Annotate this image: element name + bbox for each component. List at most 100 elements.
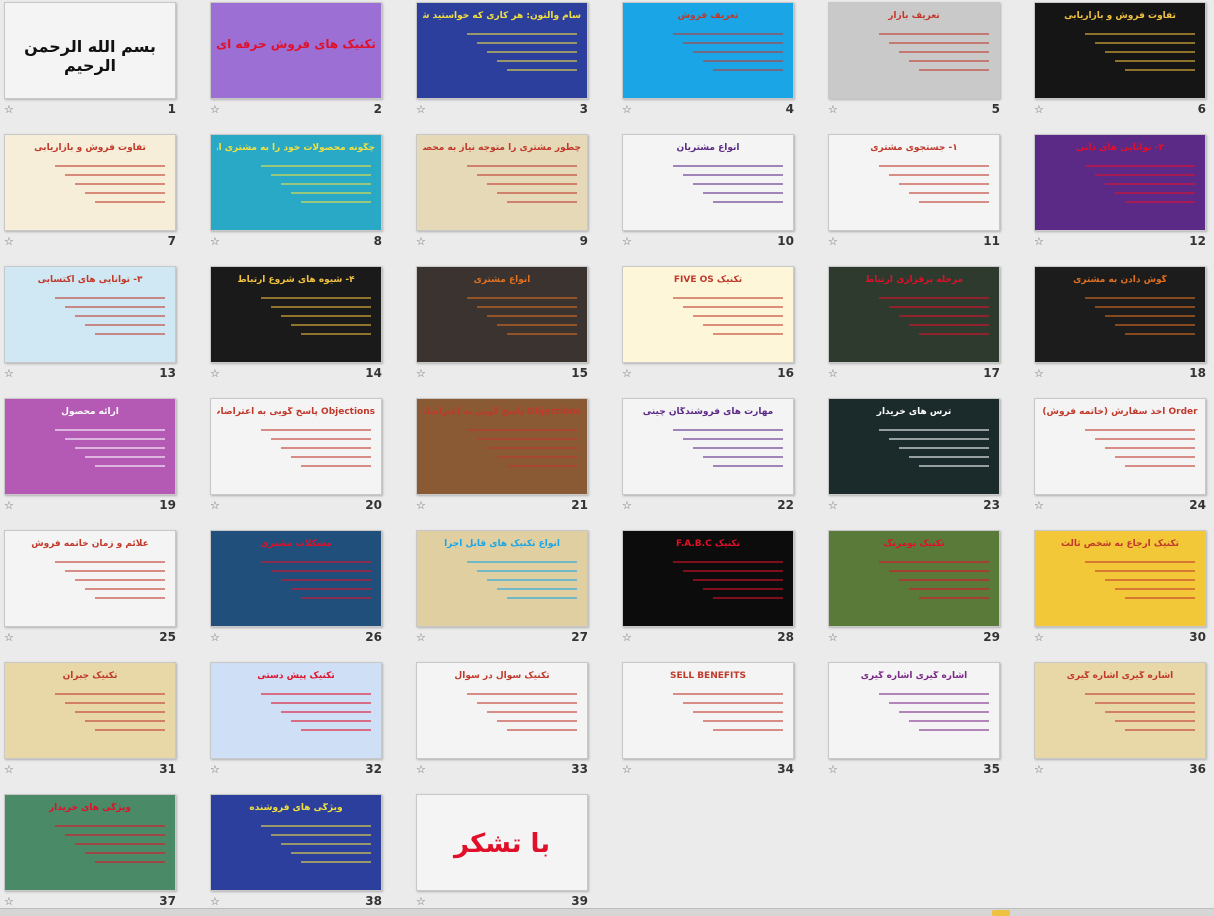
slide-thumbnail[interactable]: تکنیک بومرنگ [828, 530, 1000, 627]
slide-thumbnail[interactable]: تکنیک F.A.B.C [622, 530, 794, 627]
slide-transition-icon[interactable]: ☆ [210, 500, 222, 512]
slide-thumbnail[interactable]: SELL BENEFITS [622, 662, 794, 759]
slide-cell: Order اخذ سفارش (خاتمه فروش) ☆ 24 [1030, 396, 1214, 527]
slide-transition-icon[interactable]: ☆ [622, 764, 634, 776]
slide-thumbnail[interactable]: انواع مشتری [416, 266, 588, 363]
slide-thumbnail[interactable]: مشکلات مشتری [210, 530, 382, 627]
slide-cell: گوش دادن به مشتری ☆ 18 [1030, 264, 1214, 395]
slide-cell: ۲- توانایی های ذاتی ☆ 12 [1030, 132, 1214, 263]
slide-thumbnail[interactable]: Objections پاسخ گویی به اعتراضات [210, 398, 382, 495]
slide-transition-icon[interactable]: ☆ [828, 500, 840, 512]
slide-thumbnail[interactable]: تکنیک سوال در سوال [416, 662, 588, 759]
slide-thumbnail[interactable]: Objections پاسخ گویی به اعتراضات [416, 398, 588, 495]
slide-transition-icon[interactable]: ☆ [4, 368, 16, 380]
slide-thumbnail[interactable]: سام والتون: هر کاری که خواستید شروع کنید [416, 2, 588, 99]
slide-title: تعریف بازار [888, 11, 940, 21]
slide-body-lines [55, 561, 165, 606]
slide-thumbnail[interactable]: تفاوت فروش و بازاریابی [4, 134, 176, 231]
slide-thumbnail[interactable]: انواع مشتریان [622, 134, 794, 231]
slide-thumbnail[interactable]: اشاره گیری اشاره گیری [1034, 662, 1206, 759]
slide-transition-icon[interactable]: ☆ [622, 104, 634, 116]
slide-thumbnail[interactable]: ۱- جستجوی مشتری [828, 134, 1000, 231]
slide-transition-icon[interactable]: ☆ [1034, 368, 1046, 380]
slide-transition-icon[interactable]: ☆ [828, 368, 840, 380]
slide-thumbnail[interactable]: تکنیک FIVE OS [622, 266, 794, 363]
slide-cell: سام والتون: هر کاری که خواستید شروع کنید… [412, 0, 618, 131]
slide-thumbnail[interactable]: تعریف فروش [622, 2, 794, 99]
slide-transition-icon[interactable]: ☆ [416, 764, 428, 776]
slide-thumbnail[interactable]: ویژگی های خریدار [4, 794, 176, 891]
slide-cell: ارائه محصول ☆ 19 [0, 396, 206, 527]
slide-thumbnail[interactable]: ۲- توانایی های ذاتی [1034, 134, 1206, 231]
slide-transition-icon[interactable]: ☆ [1034, 632, 1046, 644]
slide-transition-icon[interactable]: ☆ [4, 236, 16, 248]
zoom-slider-handle[interactable] [992, 910, 1010, 916]
slide-body-lines [261, 429, 371, 474]
slide-transition-icon[interactable]: ☆ [210, 632, 222, 644]
slide-transition-icon[interactable]: ☆ [1034, 764, 1046, 776]
slide-thumbnail[interactable]: چگونه محصولات خود را به مشتری ارائه دهیم [210, 134, 382, 231]
slide-transition-icon[interactable]: ☆ [622, 632, 634, 644]
slide-transition-icon[interactable]: ☆ [622, 368, 634, 380]
slide-thumbnail[interactable]: بسم الله الرحمن الرحیم [4, 2, 176, 99]
slide-thumbnail[interactable]: ۴- شیوه های شروع ارتباط [210, 266, 382, 363]
slide-thumbnail[interactable]: چطور مشتری را متوجه نیاز به محصولات کنیم [416, 134, 588, 231]
slide-transition-icon[interactable]: ☆ [210, 368, 222, 380]
slide-thumbnail[interactable]: تکنیک های فروش حرفه ای [210, 2, 382, 99]
slide-transition-icon[interactable]: ☆ [828, 104, 840, 116]
slide-transition-icon[interactable]: ☆ [828, 764, 840, 776]
slide-cell: ویژگی های فروشنده ☆ 38 [206, 792, 412, 916]
slide-cell: تعریف فروش ☆ 4 [618, 0, 824, 131]
slide-thumbnail[interactable]: تفاوت فروش و بازاریابی [1034, 2, 1206, 99]
slide-title: Objections پاسخ گویی به اعتراضات [217, 407, 375, 417]
slide-transition-icon[interactable]: ☆ [4, 632, 16, 644]
slide-transition-icon[interactable]: ☆ [828, 236, 840, 248]
slide-transition-icon[interactable]: ☆ [210, 104, 222, 116]
slide-transition-icon[interactable]: ☆ [1034, 236, 1046, 248]
slide-thumbnail[interactable]: ۳- توانایی های اکتسابی [4, 266, 176, 363]
slide-thumbnail[interactable]: ترس های خریدار [828, 398, 1000, 495]
slide-thumbnail[interactable]: انواع تکنیک های قابل اجرا [416, 530, 588, 627]
slide-cell: Objections پاسخ گویی به اعتراضات ☆ 21 [412, 396, 618, 527]
slide-number: 20 [365, 498, 382, 512]
slide-transition-icon[interactable]: ☆ [210, 764, 222, 776]
slide-thumbnail[interactable]: تکنیک پیش دستی [210, 662, 382, 759]
slide-thumbnail[interactable]: با تشکر [416, 794, 588, 891]
slide-transition-icon[interactable]: ☆ [622, 500, 634, 512]
slide-thumbnail[interactable]: مهارت های فروشندگان چینی [622, 398, 794, 495]
slide-transition-icon[interactable]: ☆ [416, 104, 428, 116]
slide-body-lines [1085, 561, 1195, 606]
slide-body-lines [879, 297, 989, 342]
slide-cell: انواع مشتری ☆ 15 [412, 264, 618, 395]
slide-transition-icon[interactable]: ☆ [4, 764, 16, 776]
slide-thumbnail[interactable]: Order اخذ سفارش (خاتمه فروش) [1034, 398, 1206, 495]
slide-transition-icon[interactable]: ☆ [416, 500, 428, 512]
slide-transition-icon[interactable]: ☆ [416, 632, 428, 644]
slide-thumbnail[interactable]: تکنیک جبران [4, 662, 176, 759]
slide-transition-icon[interactable]: ☆ [416, 896, 428, 908]
slide-transition-icon[interactable]: ☆ [416, 368, 428, 380]
slide-transition-icon[interactable]: ☆ [1034, 500, 1046, 512]
slide-thumbnail[interactable]: ارائه محصول [4, 398, 176, 495]
slide-thumbnail[interactable]: ویژگی های فروشنده [210, 794, 382, 891]
slide-transition-icon[interactable]: ☆ [4, 104, 16, 116]
slide-cell: انواع تکنیک های قابل اجرا ☆ 27 [412, 528, 618, 659]
slide-transition-icon[interactable]: ☆ [210, 896, 222, 908]
slide-number: 10 [777, 234, 794, 248]
slide-transition-icon[interactable]: ☆ [622, 236, 634, 248]
slide-thumbnail[interactable]: اشاره گیری اشاره گیری [828, 662, 1000, 759]
slide-number: 24 [1189, 498, 1206, 512]
slide-transition-icon[interactable]: ☆ [828, 632, 840, 644]
slide-transition-icon[interactable]: ☆ [4, 896, 16, 908]
slide-transition-icon[interactable]: ☆ [416, 236, 428, 248]
slide-transition-icon[interactable]: ☆ [1034, 104, 1046, 116]
slide-transition-icon[interactable]: ☆ [210, 236, 222, 248]
slide-thumbnail[interactable]: مرحله برقراری ارتباط [828, 266, 1000, 363]
slide-thumbnail[interactable]: علائم و زمان خاتمه فروش [4, 530, 176, 627]
slide-thumbnail[interactable]: تکنیک ارجاع به شخص ثالث [1034, 530, 1206, 627]
slide-title: Objections پاسخ گویی به اعتراضات [423, 407, 581, 417]
slide-thumbnail[interactable]: گوش دادن به مشتری [1034, 266, 1206, 363]
slide-number: 11 [983, 234, 1000, 248]
slide-transition-icon[interactable]: ☆ [4, 500, 16, 512]
slide-thumbnail[interactable]: تعریف بازار [828, 2, 1000, 99]
